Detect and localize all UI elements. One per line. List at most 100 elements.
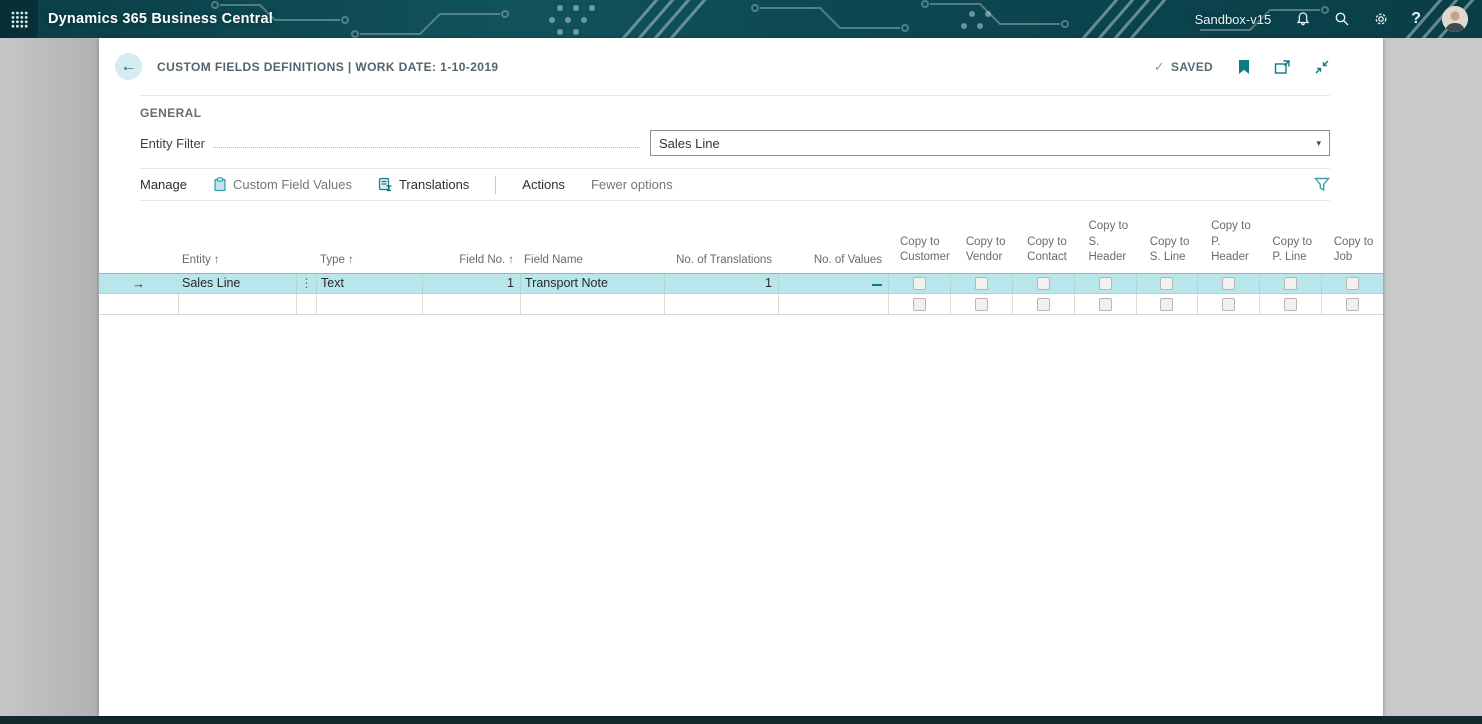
header-no-of-values[interactable]: No. of Values [778, 219, 888, 273]
copy-to-p-line-cell [1259, 293, 1321, 315]
saved-label: SAVED [1171, 59, 1213, 74]
table-header-row: Entity ↑ Type ↑ Field No. ↑ Field Name N… [99, 219, 1383, 273]
copy-to-s-line-checkbox[interactable] [1160, 297, 1174, 311]
copy-to-contact-checkbox[interactable] [1036, 276, 1050, 290]
header-copy-to-s-header[interactable]: Copy to S. Header [1076, 219, 1137, 273]
page-background: ← CUSTOM FIELDS DEFINITIONS | WORK DATE:… [0, 38, 1482, 716]
no-of-translations-cell[interactable]: 1 [664, 273, 778, 293]
no-of-translations-cell[interactable] [664, 293, 778, 315]
filter-funnel-button[interactable] [1314, 177, 1330, 192]
environment-name[interactable]: Sandbox-v15 [1195, 12, 1272, 27]
field-name-cell[interactable] [520, 293, 664, 315]
copy-to-s-header-cell [1073, 293, 1136, 315]
copy-to-vendor-checkbox[interactable] [974, 276, 988, 290]
toolbar-divider [495, 175, 497, 194]
header-field-no[interactable]: Field No. ↑ [422, 219, 520, 273]
back-button[interactable]: ← [115, 53, 142, 80]
type-cell[interactable]: Text [316, 273, 422, 293]
copy-to-s-header-cell [1073, 273, 1136, 293]
notifications-bell-icon[interactable] [1294, 10, 1312, 28]
copy-to-customer-cell [888, 293, 950, 315]
copy-to-vendor-cell [949, 293, 1012, 315]
copy-to-s-line-checkbox[interactable] [1160, 276, 1174, 290]
settings-gear-icon[interactable] [1372, 10, 1390, 28]
actions-menu[interactable]: Actions [522, 177, 565, 192]
copy-to-p-header-checkbox[interactable] [1222, 297, 1236, 311]
copy-to-p-line-checkbox[interactable] [1284, 276, 1298, 290]
type-cell[interactable] [316, 293, 422, 315]
row-selector-cell[interactable]: → [99, 274, 178, 293]
field-name-cell[interactable]: Transport Note [520, 273, 664, 293]
row-selector-cell[interactable] [99, 294, 178, 315]
copy-to-p-header-checkbox[interactable] [1222, 276, 1236, 290]
no-of-values-cell[interactable] [778, 293, 888, 315]
entity-filter-value: Sales Line [659, 135, 720, 151]
sort-asc-icon: ↑ [347, 253, 354, 266]
header-type[interactable]: Type ↑ [316, 219, 422, 273]
header-copy-to-customer[interactable]: Copy to Customer [888, 219, 954, 273]
general-section-label: GENERAL [140, 106, 202, 120]
copy-to-customer-checkbox[interactable] [912, 297, 926, 311]
user-avatar[interactable] [1442, 6, 1468, 32]
search-icon[interactable] [1333, 10, 1351, 28]
copy-to-job-checkbox[interactable] [1346, 276, 1360, 290]
field-no-cell[interactable] [422, 293, 520, 315]
copy-to-vendor-cell [949, 273, 1012, 293]
help-icon[interactable]: ? [1411, 10, 1421, 28]
row-menu-cell[interactable] [296, 293, 316, 315]
check-icon: ✓ [1153, 58, 1166, 74]
header-copy-to-s-line[interactable]: Copy to S. Line [1138, 219, 1199, 273]
entity-cell[interactable]: Sales Line [178, 274, 296, 293]
custom-field-values-button[interactable]: Custom Field Values [213, 177, 352, 192]
app-launcher-button[interactable] [0, 0, 38, 38]
fewer-options-button[interactable]: Fewer options [591, 177, 673, 192]
header-copy-to-job[interactable]: Copy to Job [1322, 219, 1383, 273]
copy-to-s-header-checkbox[interactable] [1098, 276, 1112, 290]
caret-down-icon: ▾ [1316, 137, 1321, 148]
copy-to-p-header-cell [1197, 293, 1259, 315]
back-arrow-icon: ← [120, 57, 137, 75]
translations-label: Translations [398, 177, 470, 192]
table-row: → Sales Line ⋮ Text 1 Transport Note 1 [99, 272, 1383, 294]
copy-to-p-line-checkbox[interactable] [1284, 297, 1298, 311]
header-copy-to-vendor[interactable]: Copy to Vendor [954, 219, 1015, 273]
entity-filter-row: Entity Filter Sales Line ▾ [140, 130, 1330, 156]
header-no-of-translations[interactable]: No. of Translations [664, 219, 778, 273]
waffle-icon [11, 11, 28, 28]
entity-cell[interactable] [178, 293, 296, 315]
bookmark-icon[interactable] [1235, 58, 1252, 75]
header-entity[interactable]: Entity ↑ [178, 219, 296, 273]
current-row-arrow-icon: → [132, 275, 145, 291]
filter-funnel-icon [1314, 177, 1330, 192]
no-of-values-drilldown-link[interactable] [872, 281, 882, 286]
copy-to-s-header-checkbox[interactable] [1098, 297, 1112, 311]
row-menu-cell[interactable]: ⋮ [296, 273, 316, 293]
copy-to-customer-checkbox[interactable] [912, 276, 926, 290]
copy-to-job-checkbox[interactable] [1346, 297, 1360, 311]
entity-filter-label: Entity Filter [140, 135, 206, 151]
translate-document-icon [378, 177, 392, 192]
no-of-values-cell[interactable] [778, 273, 888, 293]
top-navigation-bar: Dynamics 365 Business Central Sandbox-v1… [0, 0, 1482, 38]
actions-label: Actions [522, 177, 565, 192]
manage-menu[interactable]: Manage [140, 177, 187, 192]
field-no-cell[interactable]: 1 [422, 273, 520, 293]
copy-to-contact-cell [1011, 293, 1074, 315]
manage-label: Manage [140, 177, 187, 192]
header-field-name[interactable]: Field Name [520, 219, 664, 273]
bottom-edge-bar [0, 716, 1482, 724]
entity-filter-select[interactable]: Sales Line ▾ [650, 130, 1330, 156]
open-in-new-window-icon[interactable] [1274, 58, 1291, 75]
header-copy-to-p-header[interactable]: Copy to P. Header [1199, 219, 1260, 273]
copy-to-vendor-checkbox[interactable] [974, 297, 988, 311]
header-copy-to-p-line[interactable]: Copy to P. Line [1260, 219, 1321, 273]
header-copy-to-contact[interactable]: Copy to Contact [1015, 219, 1076, 273]
copy-to-contact-cell [1011, 273, 1074, 293]
saved-status: ✓ SAVED [1154, 59, 1213, 75]
copy-to-contact-checkbox[interactable] [1036, 297, 1050, 311]
header-row-selector [99, 219, 178, 273]
collapse-icon[interactable] [1313, 58, 1330, 75]
app-title[interactable]: Dynamics 365 Business Central [48, 11, 273, 27]
translations-button[interactable]: Translations [378, 177, 469, 192]
clipboard-icon [214, 177, 226, 192]
